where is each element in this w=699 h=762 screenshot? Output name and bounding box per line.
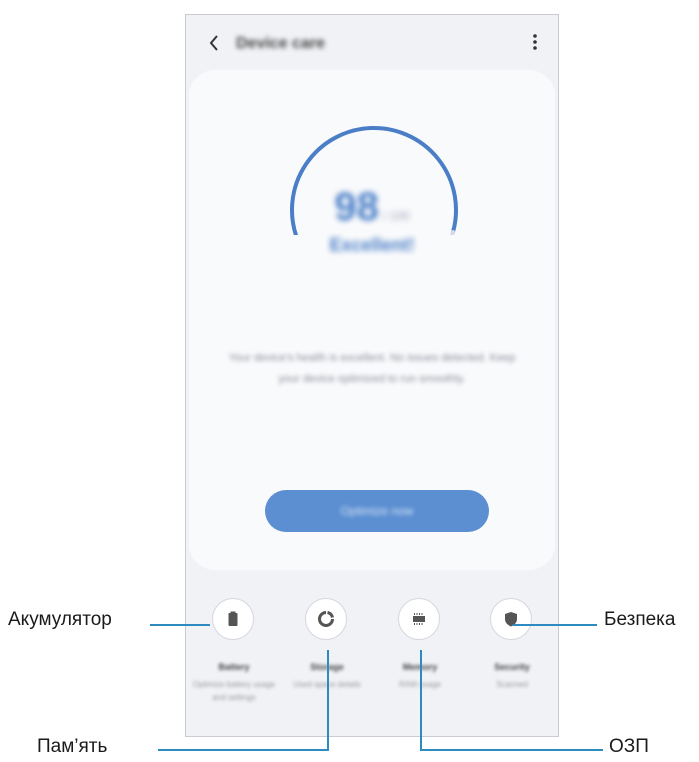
status-description: Your device's health is excellent. No is… — [228, 352, 516, 385]
security-button[interactable] — [490, 598, 532, 640]
score-unit: / 100 — [382, 209, 410, 223]
feature-battery[interactable]: Battery Optimize battery usage and setti… — [188, 580, 280, 730]
optimize-now-button[interactable]: Optimize now — [265, 490, 489, 532]
phone-screen: Device care 98/ 100 Excellent! Your devi… — [185, 14, 559, 737]
score-display: 98/ 100 — [189, 185, 555, 230]
feature-title: Security — [494, 662, 530, 672]
feature-row: Battery Optimize battery usage and setti… — [186, 580, 558, 730]
callout-line-security — [513, 624, 597, 626]
memory-chip-icon — [413, 613, 425, 625]
callout-line-storage-v — [327, 650, 329, 751]
app-header: Device care — [186, 15, 558, 75]
storage-button[interactable] — [305, 598, 347, 640]
callout-line-memory-v — [420, 650, 422, 751]
feature-subtitle: Scanned — [496, 680, 528, 689]
feature-subtitle: Optimize battery usage and settings — [192, 680, 276, 702]
callout-line-battery — [150, 624, 210, 626]
battery-button[interactable] — [212, 598, 254, 640]
storage-pie-icon — [318, 611, 334, 627]
feature-security[interactable]: Security Scanned — [466, 580, 558, 730]
optimize-label: Optimize now — [340, 504, 414, 518]
feature-title: Battery — [218, 662, 250, 672]
page-title: Device care — [236, 35, 325, 52]
shield-icon — [505, 612, 517, 627]
more-vert-icon — [533, 34, 537, 50]
callout-battery: Акумулятор — [8, 609, 112, 630]
callout-security: Безпека — [604, 609, 676, 630]
score-value: 98 — [334, 185, 379, 229]
more-options-button[interactable] — [528, 33, 542, 55]
status-label: Excellent! — [329, 235, 415, 255]
back-button[interactable] — [204, 33, 224, 55]
battery-icon — [228, 611, 238, 626]
back-arrow-icon — [209, 35, 218, 51]
callout-line-storage-h — [158, 749, 329, 751]
callout-memory: ОЗП — [609, 736, 649, 757]
status-card: 98/ 100 Excellent! Your device's health … — [189, 70, 555, 570]
callout-storage: Пам’ять — [37, 736, 108, 757]
callout-line-memory-h — [420, 749, 603, 751]
memory-button[interactable] — [398, 598, 440, 640]
